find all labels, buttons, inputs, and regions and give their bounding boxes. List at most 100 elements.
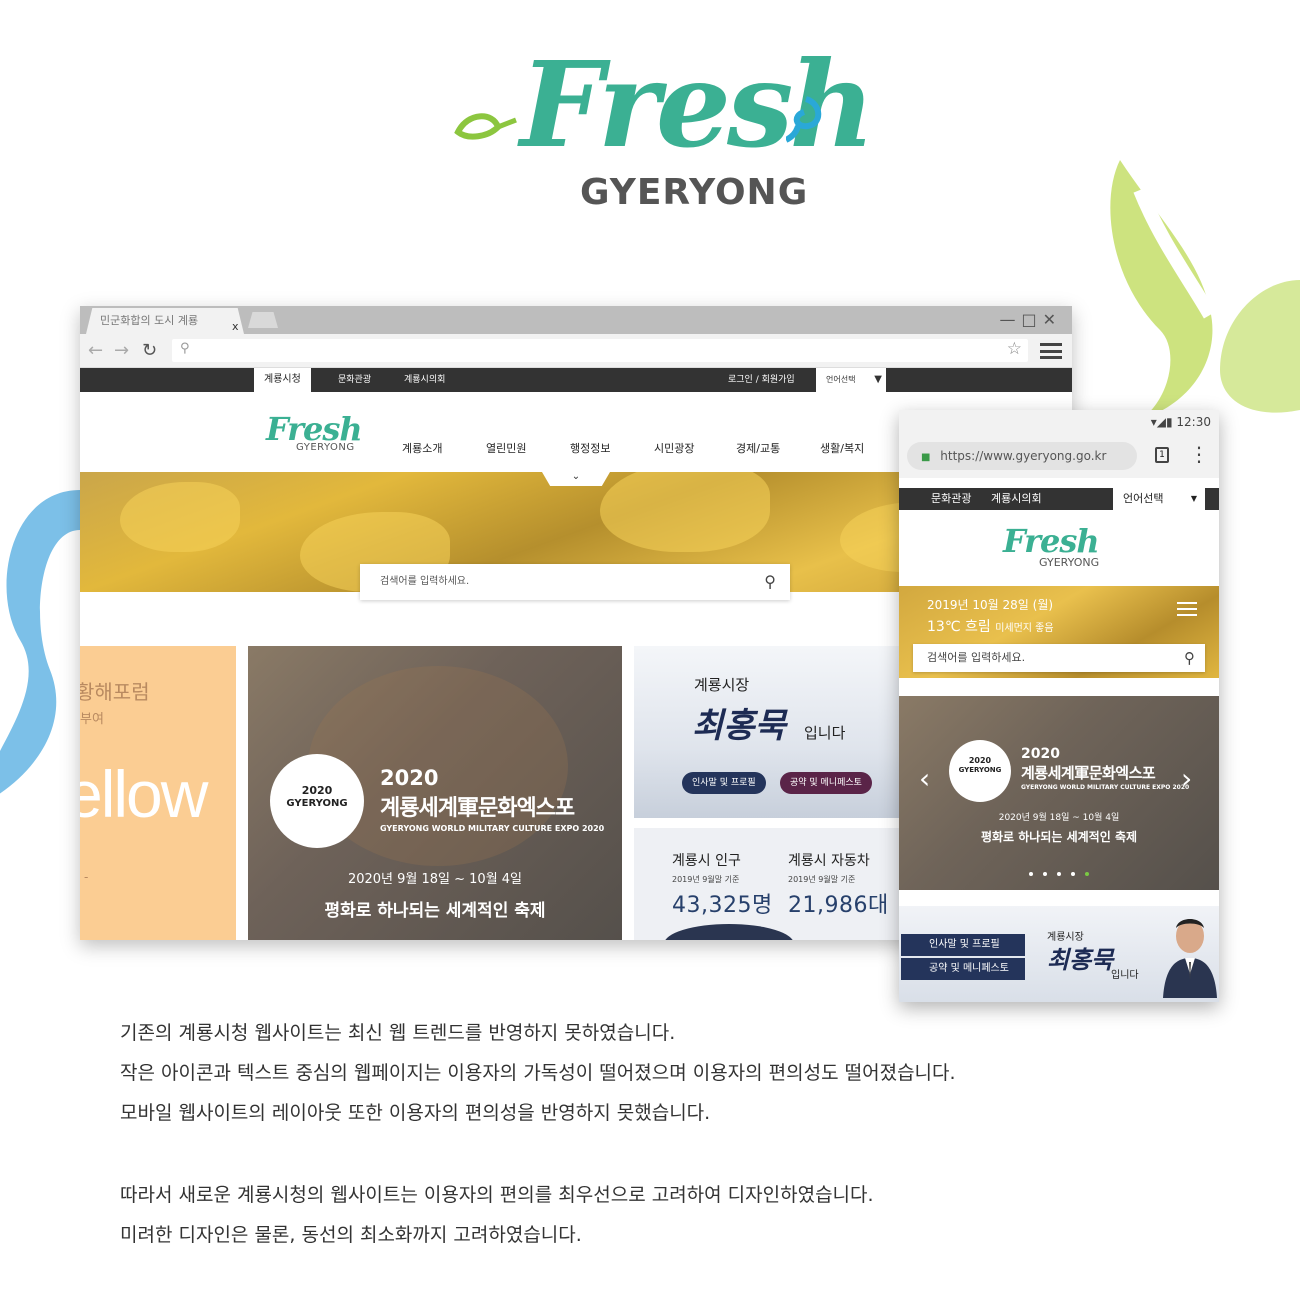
browser-tab[interactable]: 민군화합의 도시 계룡 x — [86, 308, 244, 334]
star-icon[interactable]: ☆ — [1007, 339, 1022, 359]
promo-line1: 황해포럼 — [80, 680, 150, 704]
slider-dots[interactable] — [899, 872, 1219, 876]
description-line-5: 미려한 디자인은 물론, 동선의 최소화까지 고려하였습니다. — [120, 1224, 582, 1246]
m-mayor-suffix: 입니다 — [1111, 970, 1139, 981]
m-expo-emblem: 2020 GYERYONG — [949, 740, 1011, 802]
expo-year: 2020 — [380, 766, 439, 790]
site-search-placeholder: 검색어를 입력하세요. — [380, 576, 470, 587]
more-vert-icon[interactable]: ⋮ — [1189, 442, 1209, 466]
signal-icon: ▾◢▮ — [1150, 415, 1173, 429]
m-language-select[interactable]: 언어선택 ▼ — [1113, 488, 1205, 510]
mayor-name: 최홍묵 — [692, 706, 786, 746]
m-mayor-name: 최홍묵 — [1047, 945, 1114, 974]
greeting-profile-button[interactable]: 인사말 및 프로필 — [682, 772, 766, 794]
m-expo-english: GYERYONG WORLD MILITARY CULTURE EXPO 202… — [1021, 784, 1190, 791]
m-expo-emblem-name: GYERYONG — [958, 766, 1002, 774]
nav-item-plaza[interactable]: 시민광장 — [654, 440, 694, 456]
caret-down-icon: ▼ — [874, 374, 882, 385]
util-tab-cityhall[interactable]: 계룡시청 — [254, 368, 311, 392]
stat-cars-date: 2019년 9월말 기준 — [788, 875, 856, 884]
mobile-logo-subtitle: GYERYONG — [1039, 556, 1100, 569]
promo-line2: 부여 — [80, 712, 104, 727]
mobile-logo[interactable]: Fresh GYERYONG — [1003, 522, 1100, 569]
forward-arrow-icon[interactable]: → — [114, 340, 129, 361]
mayor-label: 계룡시장 — [694, 676, 750, 694]
tabs-count-icon[interactable]: 1 — [1155, 447, 1169, 463]
leaf-icon — [454, 113, 517, 140]
pledge-manifesto-button[interactable]: 공약 및 메니페스토 — [780, 772, 872, 794]
new-tab-button[interactable] — [248, 312, 278, 328]
search-icon[interactable]: ⚲ — [764, 564, 776, 600]
expo-slogan: 평화로 하나되는 세계적인 축제 — [324, 901, 546, 921]
reload-icon[interactable]: ↻ — [142, 340, 157, 361]
browser-toolbar: ← → ↻ ⚲ ☆ — [80, 334, 1072, 368]
mobile-mayor-card: 인사말 및 프로필 공약 및 메니페스토 계룡시장 최홍묵 입니다 — [899, 906, 1219, 1002]
util-tab-council[interactable]: 계룡시의회 — [404, 368, 445, 392]
m-expo-slogan: 평화로 하나되는 세계적인 축제 — [980, 830, 1138, 844]
m-language-label: 언어선택 — [1123, 492, 1164, 505]
m-greeting-profile-button[interactable]: 인사말 및 프로필 — [901, 934, 1025, 956]
browser-tab-strip: 민군화합의 도시 계룡 x —□✕ — [80, 306, 1072, 334]
hero-logo: Fresh GYERYONG — [440, 30, 875, 230]
login-link[interactable]: 로그인 / 회원가입 — [728, 368, 795, 392]
address-bar[interactable]: ⚲ ☆ — [172, 339, 1028, 362]
mobile-search-placeholder: 검색어를 입력하세요. — [927, 651, 1026, 664]
mobile-logo-wordmark: Fresh — [1003, 522, 1100, 560]
expo-english: GYERYONG WORLD MILITARY CULTURE EXPO 202… — [380, 824, 605, 833]
stat-cars-value: 21,986대 — [788, 893, 889, 918]
chevron-down-icon[interactable]: ⌄ — [542, 472, 610, 486]
menu-icon[interactable] — [1040, 343, 1062, 359]
nav-item-welfare[interactable]: 생활/복지 — [820, 440, 864, 456]
stat-population-title: 계룡시 인구 — [672, 853, 741, 869]
droplet-icon — [786, 96, 822, 143]
description-line-1: 기존의 계룡시청 웹사이트는 최신 웹 트렌드를 반영하지 못하였습니다. — [120, 1022, 676, 1044]
promo-big-text: ellow — [80, 757, 208, 831]
decor-blue-swoosh — [0, 490, 80, 794]
expo-emblem-year: 2020 — [301, 784, 333, 797]
nav-item-admin[interactable]: 행정정보 — [570, 440, 610, 456]
site-search-input[interactable]: 검색어를 입력하세요. ⚲ — [360, 564, 790, 600]
expo-emblem: 2020 GYERYONG — [270, 754, 364, 848]
mobile-expo-slider[interactable]: ‹ › 2020 GYERYONG 2020 계룡세계軍문화엑스포 GYERYO… — [899, 696, 1219, 890]
nav-item-intro[interactable]: 계룡소개 — [402, 440, 442, 456]
search-icon[interactable]: ⚲ — [1184, 644, 1195, 672]
promo-card[interactable]: 황해포럼 부여 ellow - — [80, 646, 236, 940]
stats-card: 계룡시 인구 2019년 9월말 기준 43,325명 계룡시 자동차 2019… — [634, 828, 904, 940]
m-util-tab-culture[interactable]: 문화관광 — [931, 488, 971, 510]
m-pledge-manifesto-button[interactable]: 공약 및 메니페스토 — [901, 958, 1025, 980]
mobile-device: ▾◢▮ 12:30 ■ https://www.gyeryong.go.kr 1… — [899, 410, 1219, 1002]
prev-arrow-icon[interactable]: ‹ — [919, 762, 930, 795]
description-line-2: 작은 아이콘과 텍스트 중심의 웹페이지는 이용자의 가독성이 떨어졌으며 이용… — [120, 1062, 956, 1084]
mobile-url-bar[interactable]: ■ https://www.gyeryong.go.kr — [907, 442, 1137, 470]
mobile-dust: 미세먼지 좋음 — [995, 623, 1054, 634]
description-line-3: 모바일 웹사이트의 레이아웃 또한 이용자의 편의성을 반영하지 못했습니다. — [120, 1102, 711, 1124]
m-expo-date: 2020년 9월 18일 ~ 10월 4일 — [998, 813, 1120, 823]
site-logo-subtitle: GYERYONG — [296, 442, 355, 453]
mobile-url-text: https://www.gyeryong.go.kr — [940, 449, 1107, 463]
hamburger-menu-icon[interactable] — [1177, 602, 1197, 616]
expo-card[interactable]: 2020 GYERYONG 2020 계룡세계軍문화엑스포 GYERYONG W… — [248, 646, 622, 940]
hero-subtitle: GYERYONG — [580, 172, 809, 213]
language-select[interactable]: 언어선택 ▼ — [816, 368, 886, 392]
mayor-card: 계룡시장 최홍묵 입니다 인사말 및 프로필 공약 및 메니페스토 — [634, 646, 904, 818]
mobile-utility-bar: 문화관광 계룡시의회 언어선택 ▼ — [899, 488, 1219, 510]
m-util-tab-council[interactable]: 계룡시의회 — [991, 488, 1042, 510]
status-time: 12:30 — [1176, 415, 1211, 429]
util-tab-culture[interactable]: 문화관광 — [338, 368, 371, 392]
nav-item-economy[interactable]: 경제/교통 — [736, 440, 780, 456]
language-select-label: 언어선택 — [826, 375, 856, 384]
stat-population: 계룡시 인구 2019년 9월말 기준 43,325명 — [672, 850, 773, 919]
stat-population-date: 2019년 9월말 기준 — [672, 875, 740, 884]
mobile-address-area: ■ https://www.gyeryong.go.kr 1 ⋮ — [899, 434, 1219, 478]
caret-down-icon: ▼ — [1190, 494, 1197, 503]
back-arrow-icon[interactable]: ← — [88, 340, 103, 361]
mobile-search-input[interactable]: 검색어를 입력하세요. ⚲ — [913, 644, 1205, 672]
nav-item-civil[interactable]: 열린민원 — [486, 440, 526, 456]
search-icon: ⚲ — [180, 341, 190, 356]
window-controls[interactable]: —□✕ — [999, 310, 1062, 329]
decor-lime-leaf — [1110, 160, 1300, 420]
stat-cars-title: 계룡시 자동차 — [788, 853, 870, 869]
site-logo[interactable]: Fresh GYERYONG — [266, 410, 363, 453]
stat-population-value: 43,325명 — [672, 893, 773, 918]
mayor-photo — [1163, 919, 1217, 998]
